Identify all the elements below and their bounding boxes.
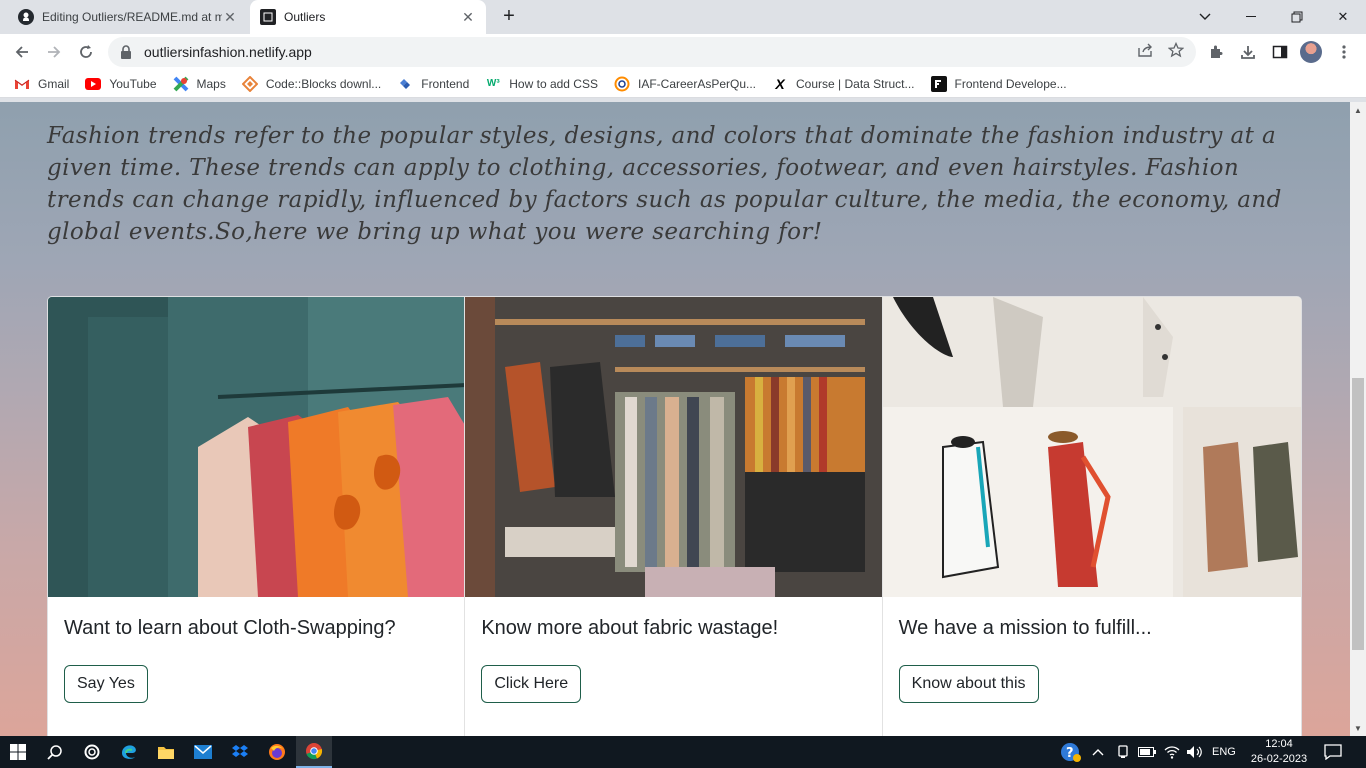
frontend-dev-icon bbox=[930, 75, 947, 92]
bookmark-label: Frontend bbox=[421, 76, 470, 91]
bookmark-label: Gmail bbox=[38, 76, 70, 91]
cortana-icon[interactable] bbox=[74, 736, 110, 768]
device-icon[interactable] bbox=[1116, 736, 1130, 768]
bookmark-frontend[interactable]: Frontend bbox=[397, 76, 469, 92]
card-title: Know more about fabric wastage! bbox=[481, 617, 779, 639]
click-here-button[interactable]: Click Here bbox=[481, 665, 582, 703]
close-window-button[interactable]: ✕ bbox=[1320, 0, 1366, 34]
menu-kebab-icon[interactable] bbox=[1334, 42, 1354, 62]
outliers-favicon bbox=[260, 9, 276, 25]
bookmark-label: Code::Blocks downl... bbox=[265, 76, 382, 91]
scroll-thumb[interactable] bbox=[1352, 378, 1364, 650]
bookmark-label: Frontend Develope... bbox=[954, 76, 1067, 91]
search-icon[interactable] bbox=[37, 736, 73, 768]
card-cloth-swapping: Want to learn about Cloth-Swapping? Say … bbox=[48, 297, 466, 736]
w3schools-icon: W³ bbox=[486, 78, 500, 89]
know-about-this-button[interactable]: Know about this bbox=[898, 665, 1039, 703]
side-panel-icon[interactable] bbox=[1270, 42, 1290, 62]
bookmark-label: YouTube bbox=[109, 76, 157, 91]
say-yes-button[interactable]: Say Yes bbox=[64, 665, 148, 703]
tab-outliers[interactable]: Outliers ✕ bbox=[250, 0, 486, 34]
windows-start-icon[interactable] bbox=[0, 736, 36, 768]
mail-icon[interactable] bbox=[185, 736, 221, 768]
back-button[interactable] bbox=[8, 38, 36, 66]
url-text: outliersinfashion.netlify.app bbox=[144, 44, 312, 60]
language-indicator[interactable]: ENG bbox=[1212, 736, 1236, 768]
clock-date: 26-02-2023 bbox=[1250, 753, 1308, 765]
bookmark-course-data-structures[interactable]: X Course | Data Struct... bbox=[772, 75, 915, 92]
file-explorer-icon[interactable] bbox=[148, 736, 184, 768]
bookmark-label: How to add CSS bbox=[509, 76, 598, 91]
lock-icon[interactable] bbox=[120, 45, 134, 59]
wifi-icon[interactable] bbox=[1164, 736, 1180, 768]
bookmark-maps[interactable]: Maps bbox=[173, 76, 226, 92]
volume-icon[interactable] bbox=[1186, 736, 1204, 768]
close-tab-icon[interactable]: ✕ bbox=[222, 9, 238, 26]
dropbox-icon[interactable] bbox=[222, 736, 258, 768]
card-title: We have a mission to fulfill... bbox=[898, 617, 1152, 639]
card-fabric-wastage: Know more about fabric wastage! Click He… bbox=[465, 297, 883, 736]
bookmark-star-icon[interactable] bbox=[1167, 41, 1185, 59]
intro-paragraph: Fashion trends refer to the popular styl… bbox=[47, 123, 1282, 245]
firefox-icon[interactable] bbox=[259, 736, 295, 768]
extensions-icon[interactable] bbox=[1206, 42, 1226, 62]
close-tab-icon[interactable]: ✕ bbox=[460, 9, 476, 26]
bookmark-label: IAF-CareerAsPerQu... bbox=[637, 76, 757, 91]
new-tab-button[interactable]: + bbox=[498, 6, 520, 28]
restore-button[interactable] bbox=[1274, 0, 1320, 34]
vertical-scrollbar[interactable]: ▲ ▼ bbox=[1350, 102, 1366, 736]
github-icon bbox=[18, 9, 34, 25]
card-group: Want to learn about Cloth-Swapping? Say … bbox=[47, 296, 1302, 736]
bookmark-gmail[interactable]: Gmail bbox=[14, 76, 69, 92]
chevron-up-icon[interactable] bbox=[1092, 736, 1104, 768]
svg-text:?: ? bbox=[1066, 746, 1074, 761]
bookmark-youtube[interactable]: YouTube bbox=[85, 76, 157, 92]
youtube-icon bbox=[85, 76, 102, 92]
wardrobe-closet-image bbox=[465, 297, 882, 597]
forward-button[interactable] bbox=[40, 38, 68, 66]
page-viewport: Fashion trends refer to the popular styl… bbox=[0, 102, 1350, 736]
battery-icon[interactable] bbox=[1138, 736, 1156, 768]
scroll-down-arrow-icon[interactable]: ▼ bbox=[1350, 720, 1366, 736]
profile-avatar[interactable] bbox=[1300, 41, 1322, 63]
minimize-button[interactable] bbox=[1228, 0, 1274, 34]
tab-title: Editing Outliers/README.md at m bbox=[42, 10, 222, 24]
iaf-icon bbox=[614, 76, 630, 92]
bookmark-frontend-developer[interactable]: Frontend Develope... bbox=[930, 75, 1067, 92]
tab-search-chevron-icon[interactable] bbox=[1182, 0, 1228, 34]
frontend-icon bbox=[397, 76, 413, 92]
bookmark-label: Course | Data Struct... bbox=[796, 76, 915, 91]
bookmarks-bar: Gmail YouTube Maps Code::Blocks downl...… bbox=[0, 70, 1366, 98]
codeblocks-icon bbox=[241, 75, 258, 92]
scroll-up-arrow-icon[interactable]: ▲ bbox=[1350, 102, 1366, 118]
card-title: Want to learn about Cloth-Swapping? bbox=[64, 617, 396, 639]
browser-toolbar: outliersinfashion.netlify.app bbox=[0, 34, 1366, 70]
tab-title: Outliers bbox=[284, 10, 326, 24]
help-icon[interactable]: ? bbox=[1060, 736, 1082, 768]
address-bar[interactable]: outliersinfashion.netlify.app bbox=[108, 37, 1196, 67]
clock[interactable]: 12:04 26-02-2023 bbox=[1246, 737, 1312, 767]
x-icon: X bbox=[775, 75, 785, 92]
maps-icon bbox=[173, 76, 189, 92]
clothing-rack-image bbox=[48, 297, 465, 597]
bookmark-codeblocks[interactable]: Code::Blocks downl... bbox=[241, 75, 382, 92]
reload-button[interactable] bbox=[72, 38, 100, 66]
edge-icon[interactable] bbox=[111, 736, 147, 768]
fashion-sketches-image bbox=[882, 297, 1301, 597]
clock-time: 12:04 bbox=[1265, 738, 1293, 750]
chrome-icon[interactable] bbox=[296, 736, 332, 768]
tab-strip: Editing Outliers/README.md at m ✕ Outlie… bbox=[0, 0, 1366, 34]
download-icon[interactable] bbox=[1238, 42, 1258, 62]
tab-editing-readme[interactable]: Editing Outliers/README.md at m ✕ bbox=[8, 0, 248, 34]
bookmark-iaf[interactable]: IAF-CareerAsPerQu... bbox=[614, 76, 756, 92]
bookmark-how-to-add-css[interactable]: W³ How to add CSS bbox=[485, 76, 598, 92]
bookmark-label: Maps bbox=[196, 76, 226, 91]
windows-taskbar: ? ENG 12:04 26-02-2023 bbox=[0, 736, 1366, 768]
share-icon[interactable] bbox=[1136, 41, 1154, 59]
notification-icon[interactable] bbox=[1324, 736, 1342, 768]
card-mission: We have a mission to fulfill... Know abo… bbox=[882, 297, 1301, 736]
gmail-icon bbox=[14, 76, 30, 92]
